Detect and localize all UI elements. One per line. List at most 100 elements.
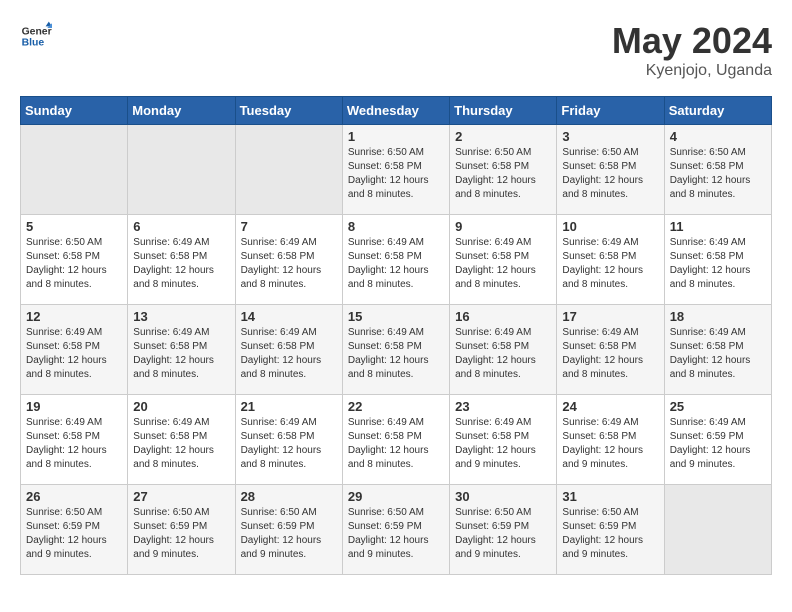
sunset-text: Sunset: 6:59 PM	[348, 521, 422, 532]
calendar-cell	[235, 125, 342, 215]
daylight-text: Daylight: 12 hours and 8 minutes.	[455, 355, 536, 380]
day-number: 4	[670, 129, 766, 144]
day-number: 23	[455, 399, 551, 414]
sunset-text: Sunset: 6:58 PM	[562, 341, 636, 352]
page-header: General Blue May 2024 Kyenjojo, Uganda	[20, 20, 772, 80]
day-number: 29	[348, 489, 444, 504]
day-info: Sunrise: 6:49 AM Sunset: 6:58 PM Dayligh…	[455, 416, 551, 472]
sunset-text: Sunset: 6:59 PM	[133, 521, 207, 532]
sunrise-text: Sunrise: 6:49 AM	[348, 327, 424, 338]
sunrise-text: Sunrise: 6:49 AM	[133, 327, 209, 338]
calendar-cell: 30 Sunrise: 6:50 AM Sunset: 6:59 PM Dayl…	[450, 485, 557, 575]
sunset-text: Sunset: 6:58 PM	[562, 251, 636, 262]
day-info: Sunrise: 6:50 AM Sunset: 6:58 PM Dayligh…	[26, 236, 122, 292]
calendar-cell: 4 Sunrise: 6:50 AM Sunset: 6:58 PM Dayli…	[664, 125, 771, 215]
day-info: Sunrise: 6:49 AM Sunset: 6:58 PM Dayligh…	[562, 416, 658, 472]
sunset-text: Sunset: 6:58 PM	[26, 341, 100, 352]
daylight-text: Daylight: 12 hours and 9 minutes.	[670, 445, 751, 470]
day-number: 6	[133, 219, 229, 234]
calendar-table: SundayMondayTuesdayWednesdayThursdayFrid…	[20, 96, 772, 575]
location: Kyenjojo, Uganda	[612, 62, 772, 80]
sunrise-text: Sunrise: 6:49 AM	[562, 327, 638, 338]
day-info: Sunrise: 6:50 AM Sunset: 6:59 PM Dayligh…	[26, 506, 122, 562]
sunrise-text: Sunrise: 6:50 AM	[455, 147, 531, 158]
day-number: 19	[26, 399, 122, 414]
day-info: Sunrise: 6:49 AM Sunset: 6:58 PM Dayligh…	[455, 326, 551, 382]
daylight-text: Daylight: 12 hours and 8 minutes.	[241, 445, 322, 470]
day-number: 31	[562, 489, 658, 504]
daylight-text: Daylight: 12 hours and 9 minutes.	[562, 535, 643, 560]
day-header-friday: Friday	[557, 97, 664, 125]
sunset-text: Sunset: 6:58 PM	[26, 431, 100, 442]
sunset-text: Sunset: 6:58 PM	[455, 431, 529, 442]
day-number: 8	[348, 219, 444, 234]
daylight-text: Daylight: 12 hours and 8 minutes.	[241, 265, 322, 290]
calendar-week-4: 19 Sunrise: 6:49 AM Sunset: 6:58 PM Dayl…	[21, 395, 772, 485]
day-number: 16	[455, 309, 551, 324]
sunset-text: Sunset: 6:58 PM	[455, 341, 529, 352]
day-info: Sunrise: 6:50 AM Sunset: 6:59 PM Dayligh…	[133, 506, 229, 562]
sunset-text: Sunset: 6:58 PM	[348, 341, 422, 352]
daylight-text: Daylight: 12 hours and 9 minutes.	[241, 535, 322, 560]
sunset-text: Sunset: 6:58 PM	[133, 431, 207, 442]
daylight-text: Daylight: 12 hours and 9 minutes.	[455, 535, 536, 560]
day-number: 20	[133, 399, 229, 414]
logo: General Blue	[20, 20, 52, 52]
day-number: 17	[562, 309, 658, 324]
calendar-cell: 6 Sunrise: 6:49 AM Sunset: 6:58 PM Dayli…	[128, 215, 235, 305]
sunrise-text: Sunrise: 6:49 AM	[26, 417, 102, 428]
calendar-cell	[128, 125, 235, 215]
daylight-text: Daylight: 12 hours and 8 minutes.	[133, 265, 214, 290]
daylight-text: Daylight: 12 hours and 8 minutes.	[133, 445, 214, 470]
calendar-cell: 23 Sunrise: 6:49 AM Sunset: 6:58 PM Dayl…	[450, 395, 557, 485]
day-info: Sunrise: 6:49 AM Sunset: 6:58 PM Dayligh…	[26, 416, 122, 472]
sunset-text: Sunset: 6:58 PM	[670, 251, 744, 262]
daylight-text: Daylight: 12 hours and 8 minutes.	[348, 265, 429, 290]
daylight-text: Daylight: 12 hours and 8 minutes.	[562, 355, 643, 380]
sunrise-text: Sunrise: 6:50 AM	[562, 507, 638, 518]
calendar-header: SundayMondayTuesdayWednesdayThursdayFrid…	[21, 97, 772, 125]
day-number: 25	[670, 399, 766, 414]
daylight-text: Daylight: 12 hours and 8 minutes.	[670, 265, 751, 290]
month-title: May 2024	[612, 20, 772, 62]
svg-text:General: General	[22, 26, 52, 37]
sunset-text: Sunset: 6:58 PM	[455, 161, 529, 172]
day-info: Sunrise: 6:49 AM Sunset: 6:58 PM Dayligh…	[133, 326, 229, 382]
calendar-cell: 19 Sunrise: 6:49 AM Sunset: 6:58 PM Dayl…	[21, 395, 128, 485]
day-number: 10	[562, 219, 658, 234]
sunrise-text: Sunrise: 6:50 AM	[562, 147, 638, 158]
daylight-text: Daylight: 12 hours and 8 minutes.	[455, 175, 536, 200]
day-info: Sunrise: 6:49 AM Sunset: 6:58 PM Dayligh…	[348, 236, 444, 292]
day-info: Sunrise: 6:49 AM Sunset: 6:58 PM Dayligh…	[241, 416, 337, 472]
day-info: Sunrise: 6:50 AM Sunset: 6:58 PM Dayligh…	[670, 146, 766, 202]
calendar-cell: 26 Sunrise: 6:50 AM Sunset: 6:59 PM Dayl…	[21, 485, 128, 575]
sunset-text: Sunset: 6:58 PM	[133, 251, 207, 262]
calendar-cell: 9 Sunrise: 6:49 AM Sunset: 6:58 PM Dayli…	[450, 215, 557, 305]
day-number: 13	[133, 309, 229, 324]
day-number: 27	[133, 489, 229, 504]
sunset-text: Sunset: 6:58 PM	[348, 251, 422, 262]
logo-icon: General Blue	[20, 20, 52, 52]
calendar-cell: 21 Sunrise: 6:49 AM Sunset: 6:58 PM Dayl…	[235, 395, 342, 485]
sunset-text: Sunset: 6:58 PM	[348, 431, 422, 442]
day-info: Sunrise: 6:50 AM Sunset: 6:58 PM Dayligh…	[455, 146, 551, 202]
calendar-body: 1 Sunrise: 6:50 AM Sunset: 6:58 PM Dayli…	[21, 125, 772, 575]
sunrise-text: Sunrise: 6:50 AM	[133, 507, 209, 518]
calendar-cell: 17 Sunrise: 6:49 AM Sunset: 6:58 PM Dayl…	[557, 305, 664, 395]
daylight-text: Daylight: 12 hours and 8 minutes.	[562, 175, 643, 200]
calendar-cell: 18 Sunrise: 6:49 AM Sunset: 6:58 PM Dayl…	[664, 305, 771, 395]
day-number: 2	[455, 129, 551, 144]
calendar-cell: 27 Sunrise: 6:50 AM Sunset: 6:59 PM Dayl…	[128, 485, 235, 575]
daylight-text: Daylight: 12 hours and 8 minutes.	[348, 445, 429, 470]
day-number: 14	[241, 309, 337, 324]
calendar-week-3: 12 Sunrise: 6:49 AM Sunset: 6:58 PM Dayl…	[21, 305, 772, 395]
calendar-cell: 12 Sunrise: 6:49 AM Sunset: 6:58 PM Dayl…	[21, 305, 128, 395]
sunset-text: Sunset: 6:58 PM	[241, 431, 315, 442]
day-header-wednesday: Wednesday	[342, 97, 449, 125]
calendar-cell: 5 Sunrise: 6:50 AM Sunset: 6:58 PM Dayli…	[21, 215, 128, 305]
daylight-text: Daylight: 12 hours and 8 minutes.	[26, 265, 107, 290]
day-number: 11	[670, 219, 766, 234]
sunrise-text: Sunrise: 6:49 AM	[562, 417, 638, 428]
daylight-text: Daylight: 12 hours and 9 minutes.	[26, 535, 107, 560]
day-info: Sunrise: 6:49 AM Sunset: 6:58 PM Dayligh…	[241, 236, 337, 292]
